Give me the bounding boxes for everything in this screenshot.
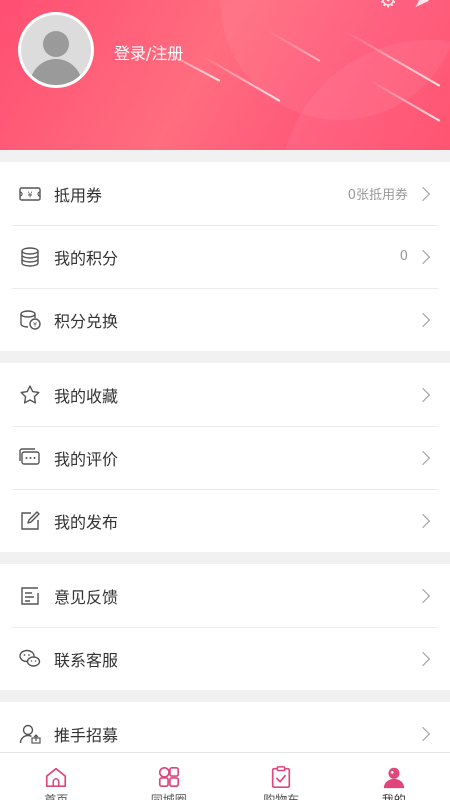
tab-city-circle[interactable]: 同城圈	[113, 753, 226, 800]
support-group: 意见反馈 联系客服	[0, 564, 450, 690]
chevron-right-icon	[415, 651, 431, 666]
login-register-link[interactable]: 登录/注册	[114, 40, 183, 64]
bottom-tab-bar: 首页 同城圈 购物车 我的	[0, 752, 450, 800]
menu-item-feedback[interactable]: 意见反馈	[0, 564, 450, 627]
comment-icon	[18, 446, 42, 470]
activity-group: 我的收藏 我的评价 我的发布	[0, 363, 450, 552]
grid-icon	[157, 765, 181, 789]
menu-item-label: 我的收藏	[54, 386, 119, 406]
settings-icon[interactable]: ⚙	[379, 0, 397, 12]
tab-label: 同城圈	[150, 793, 187, 800]
cart-clipboard-icon	[269, 765, 293, 789]
edit-icon	[18, 509, 42, 533]
svg-text:¥: ¥	[27, 190, 32, 199]
star-icon	[18, 383, 42, 407]
menu-item-customer-service[interactable]: 联系客服	[0, 627, 450, 690]
voucher-icon: ¥	[18, 182, 42, 206]
tab-label: 首页	[44, 793, 69, 800]
points-exchange-icon: ¥	[18, 308, 42, 332]
chevron-right-icon	[415, 450, 431, 465]
menu-item-points-exchange[interactable]: ¥ 积分兑换	[0, 288, 450, 351]
menu-item-reviews[interactable]: 我的评价	[0, 426, 450, 489]
tab-label: 我的	[381, 793, 406, 800]
tab-profile[interactable]: 我的	[338, 753, 450, 800]
menu-item-label: 我的发布	[54, 512, 119, 532]
chevron-right-icon	[415, 387, 431, 402]
avatar-head	[43, 31, 69, 57]
menu-item-voucher[interactable]: ¥ 抵用券 0张抵用券	[0, 162, 450, 225]
user-upload-icon	[18, 722, 42, 746]
chevron-right-icon	[415, 186, 431, 201]
top-icons: ⚙ ➤	[363, 0, 430, 12]
chevron-right-icon	[415, 513, 431, 528]
tab-home[interactable]: 首页	[0, 753, 113, 800]
menu-item-label: 积分兑换	[54, 311, 119, 331]
message-icon[interactable]: ➤	[413, 0, 430, 12]
menu-item-label: 我的评价	[54, 449, 119, 469]
profile-icon	[382, 765, 406, 789]
wechat-icon	[18, 647, 42, 671]
chevron-right-icon	[415, 249, 431, 264]
voucher-count: 0张抵用券	[347, 188, 408, 203]
avatar-placeholder	[21, 15, 91, 85]
menu-item-label: 联系客服	[54, 650, 119, 670]
points-value: 0	[399, 249, 408, 264]
avatar-body	[30, 59, 82, 85]
avatar[interactable]	[18, 12, 94, 88]
tab-label: 购物车	[263, 793, 300, 800]
menu-item-label: 推手招募	[54, 725, 119, 745]
menu-item-favorites[interactable]: 我的收藏	[0, 363, 450, 426]
menu-item-label: 意见反馈	[54, 587, 119, 607]
profile-header: ⚙ ➤ 登录/注册	[0, 0, 450, 150]
menu-item-points[interactable]: 我的积分 0	[0, 225, 450, 288]
menu-item-label: 我的积分	[54, 248, 119, 268]
chevron-right-icon	[415, 726, 431, 741]
chevron-right-icon	[415, 588, 431, 603]
home-icon	[44, 765, 68, 789]
feedback-icon	[18, 584, 42, 608]
svg-text:¥: ¥	[33, 321, 37, 328]
menu-item-label: 抵用券	[54, 185, 103, 205]
chevron-right-icon	[415, 312, 431, 327]
coins-icon	[18, 245, 42, 269]
wallet-group: ¥ 抵用券 0张抵用券 我的积分 0 ¥ 积分兑换	[0, 162, 450, 351]
tab-cart[interactable]: 购物车	[225, 753, 338, 800]
menu-item-posts[interactable]: 我的发布	[0, 489, 450, 552]
